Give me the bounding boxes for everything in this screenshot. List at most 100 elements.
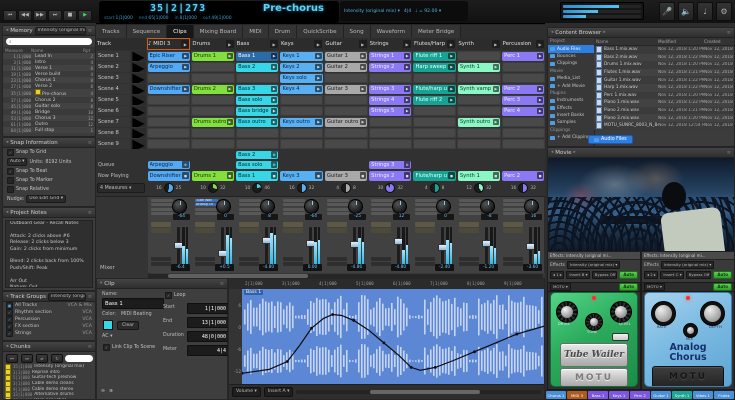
grid-clip[interactable]: Bass 3 ▶ — [236, 84, 279, 94]
empty-clip-slot[interactable] — [148, 96, 190, 104]
mute-button[interactable] — [151, 222, 171, 227]
insert-slot[interactable] — [239, 212, 261, 216]
mute-button[interactable] — [415, 222, 435, 227]
output-assign[interactable] — [195, 257, 215, 261]
mode-switch[interactable] — [612, 333, 629, 341]
insert-slot[interactable] — [151, 207, 173, 211]
collapse-arrow-icon[interactable]: ◂ — [6, 210, 8, 215]
loop-checkbox[interactable]: ✓ — [165, 292, 172, 299]
nudge-combo[interactable]: Use Edit Grid ▾ — [26, 195, 67, 203]
grid-clip[interactable]: Guitar 2 ▶ — [324, 62, 368, 72]
file-row[interactable]: Harp 1.mix.wav Nov 12, 2018 1:22 PM Nov 12… — [594, 83, 734, 92]
track-chip-midi-3[interactable]: MIDI 3 — [567, 391, 587, 399]
track-group-row[interactable]: ✓ Strings VCA — [3, 330, 95, 337]
clip-stop-icon[interactable]: ◼ — [315, 172, 322, 179]
grid-clip[interactable]: Perc 2 ▶ — [502, 84, 545, 94]
scene-play-icon[interactable]: ▶ — [132, 95, 144, 105]
insert-slot[interactable] — [415, 207, 437, 211]
now-playing-clip[interactable]: Downshifter ◼ — [147, 170, 190, 181]
current-marker-display[interactable]: Pre-chorus — [263, 3, 324, 14]
empty-clip-slot[interactable] — [458, 96, 500, 104]
clip-play-icon[interactable]: ▶ — [315, 74, 322, 82]
automation-mode[interactable] — [503, 262, 523, 266]
panel-menu-icon[interactable]: ≡ — [88, 344, 92, 350]
tree-item-insert-banks[interactable]: Insert Banks — [548, 112, 594, 119]
clip-play-icon[interactable]: ▶ — [315, 85, 322, 93]
scene-play-cell[interactable]: ▶ — [131, 51, 146, 61]
panel-menu-icon[interactable]: ≡ — [88, 294, 92, 300]
analog-chorus-pedal[interactable]: RATE DEPTH MIX Analog Chorus MOTU — [644, 292, 732, 387]
audio-files-drag-chip[interactable]: Audio Files — [588, 135, 633, 144]
grid-clip[interactable]: Strings 5 ▶ — [369, 106, 412, 116]
scene-play-icon[interactable]: ▶ — [132, 117, 144, 127]
solo-button[interactable] — [151, 228, 171, 233]
scene-play-icon[interactable]: ▶ — [132, 128, 144, 138]
tree-item-movie[interactable]: Movie — [548, 68, 594, 75]
insert-slot[interactable] — [503, 203, 525, 207]
clip-stop-icon[interactable]: ◼ — [536, 172, 544, 179]
groups-panel-title[interactable]: ◂ Track Groups Intensity (original mix) … — [3, 292, 95, 302]
track-chip-guitar-1[interactable]: Guitar 1 — [651, 391, 671, 399]
snap-grid-checkbox[interactable]: ✓ — [7, 149, 14, 156]
solo-button[interactable] — [327, 228, 347, 233]
grid-clip[interactable]: Strings 1 ▶ — [369, 51, 412, 61]
now-playing-clip[interactable]: Flute/harp unison◼ — [413, 170, 456, 181]
clip-play-icon[interactable]: ▶ — [315, 63, 322, 71]
tab-midi[interactable]: MIDI — [243, 25, 269, 38]
scene-label[interactable]: Scene 2 — [96, 62, 130, 72]
grid-clip[interactable]: Bass outro ▶ — [236, 117, 279, 127]
effects-sequence-combo[interactable]: Intensity (original mix) ▾ — [566, 261, 621, 269]
solo-button[interactable] — [195, 228, 215, 233]
grid-clip[interactable]: Drums 1 ▶ — [191, 51, 235, 61]
snap-option-checkbox[interactable] — [7, 177, 14, 184]
collapse-arrow-icon[interactable]: ◂ — [6, 344, 8, 349]
link-clip-checkbox[interactable]: ✓ — [103, 344, 110, 351]
empty-clip-slot[interactable] — [192, 96, 234, 104]
empty-clip-slot[interactable] — [192, 140, 234, 148]
output-assign[interactable] — [151, 257, 171, 261]
mute-button[interactable] — [503, 222, 523, 227]
clip-play-icon[interactable]: ▶ — [359, 63, 367, 71]
play-button[interactable]: ▶ — [78, 9, 92, 21]
empty-clip-slot[interactable] — [236, 140, 278, 148]
tab-drum[interactable]: Drum — [268, 25, 298, 38]
snap-option-row[interactable]: ✓ Snap To Beat — [3, 167, 95, 176]
clip-play-icon[interactable]: ▶ — [536, 96, 544, 104]
track-header-keys[interactable]: Keys ▶ — [279, 38, 324, 50]
empty-clip-slot[interactable] — [325, 129, 367, 137]
grid-clip[interactable]: Epic Riser ▶ — [147, 51, 190, 61]
waveform-scrollbar[interactable] — [296, 390, 541, 394]
pan-knob[interactable] — [436, 199, 451, 214]
empty-clip-slot[interactable] — [192, 74, 234, 82]
clip-play-icon[interactable]: ▶ — [270, 107, 278, 115]
tab-meter-bridge[interactable]: Meter Bridge — [412, 25, 462, 38]
grid-clip[interactable]: Strings 2 ▶ — [369, 62, 412, 72]
grid-clip[interactable]: Flute/harp unison▶ — [413, 84, 456, 94]
empty-clip-slot[interactable] — [413, 129, 456, 137]
empty-clip-slot[interactable] — [280, 96, 323, 104]
forward-arrow-icon[interactable]: ▸ — [603, 30, 605, 35]
time-counter[interactable]: 35|2|273 — [150, 3, 206, 14]
insert-slot[interactable] — [239, 199, 261, 202]
empty-clip-slot[interactable] — [413, 74, 456, 82]
insert-slot[interactable] — [415, 212, 437, 216]
zoom-out-icon[interactable]: ⊖ — [101, 389, 105, 394]
now-playing-clip[interactable]: Strings 2 ◼ — [369, 170, 412, 181]
pan-value[interactable]: 8 — [261, 214, 278, 220]
snap-panel-title[interactable]: ◂ Snap Information ≡ — [3, 138, 95, 148]
clip-play-icon[interactable]: ▶ — [270, 52, 278, 60]
track-header-midi-3[interactable]: ♪ MIDI 3 ▶ — [147, 38, 191, 50]
insert-slot[interactable] — [151, 203, 173, 207]
next-chunk-icon[interactable]: ⏭ — [21, 354, 33, 363]
solo-button[interactable] — [415, 228, 435, 233]
empty-clip-slot[interactable] — [148, 140, 190, 148]
grid-clip[interactable]: Keys outro ▶ — [280, 117, 323, 127]
scene-label[interactable]: Scene 1 — [96, 51, 130, 61]
column-play-icon[interactable]: ▶ — [269, 40, 278, 48]
column-play-icon[interactable]: ▶ — [358, 40, 367, 48]
column-play-icon[interactable]: ▶ — [535, 40, 544, 48]
memory-sequence-combo[interactable]: Intensity (original mix) ▾ — [34, 26, 86, 35]
insert-slot[interactable] — [371, 207, 393, 211]
clip-stop-icon[interactable]: ◼ — [270, 172, 278, 179]
link-clip-row[interactable]: ✓ Link Clip To Scene — [99, 343, 159, 352]
